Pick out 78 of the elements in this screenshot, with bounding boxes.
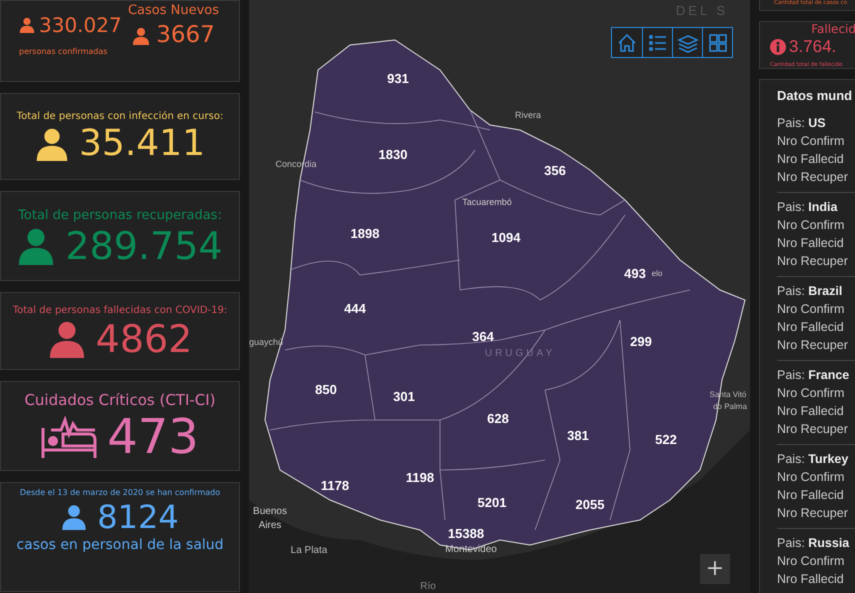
- country-stat-line: Nro Recuper: [777, 253, 849, 270]
- department-case-count: 850: [315, 382, 337, 397]
- department-case-count: 1830: [378, 147, 408, 162]
- stat-caption: casos en personal de la salud: [16, 537, 224, 553]
- person-icon: [17, 226, 56, 264]
- department-case-count: 522: [655, 432, 677, 447]
- country-stat-line: Nro Fallecid: [777, 487, 845, 504]
- department-case-count: 1898: [350, 226, 380, 241]
- stat-title: Fallecid: [811, 22, 855, 36]
- confirmed-caption: personas confirmadas: [19, 47, 108, 56]
- country-stat-line: Nro Confirm: [777, 469, 846, 486]
- country-name: Pais: US: [777, 115, 827, 132]
- department-case-count: 1198: [406, 470, 434, 485]
- stat-title: Total de personas con infección en curso:: [16, 111, 224, 122]
- department-case-count: 381: [567, 428, 589, 443]
- country-stat-line: Nro Confirm: [777, 133, 846, 150]
- new-cases-count: 3667: [156, 24, 215, 47]
- place-label: Montevideo: [445, 544, 497, 555]
- country-stat-line: Nro Fallecid: [777, 403, 845, 420]
- place-label: elo: [652, 269, 662, 278]
- country-stat-line: Nro Recuper: [777, 169, 849, 186]
- stat-value: 473: [107, 413, 199, 461]
- department-case-count: 931: [387, 71, 409, 86]
- stat-value: 289.754: [65, 226, 223, 264]
- place-label: Aires: [258, 520, 282, 531]
- department-case-count: 2055: [576, 497, 604, 512]
- stat-title: Total de personas recuperadas:: [18, 208, 222, 222]
- department-case-count: 628: [487, 411, 509, 426]
- country-name: Pais: Turkey: [777, 451, 850, 468]
- country-name: Pais: Brazil: [777, 283, 844, 300]
- country-stat-line: Nro Recuper: [777, 421, 849, 438]
- country-stat-line: Nro Confirm: [777, 553, 846, 570]
- department-case-count: 301: [393, 389, 415, 404]
- stat-value: 3.764.: [789, 37, 836, 57]
- confirmed-count: 330.027: [39, 15, 122, 35]
- country-stat-line: Nro Fallecid: [777, 151, 845, 168]
- department-case-count: 1094: [492, 230, 520, 245]
- country-stat-line: Nro Fallecid: [777, 235, 845, 252]
- stat-title: Cuidados Críticos (CTI-CI): [24, 391, 216, 409]
- person-icon: [61, 504, 88, 530]
- department-case-count: 493: [624, 266, 646, 281]
- new-cases-title: Casos Nuevos: [128, 3, 219, 18]
- layers-button[interactable]: [672, 28, 702, 57]
- place-label: Río: [420, 581, 436, 592]
- department-case-count: 444: [344, 301, 366, 316]
- bed-heartbeat-icon: [41, 416, 98, 458]
- place-label: La Plata: [290, 545, 328, 556]
- country-name: Pais: Russia: [777, 535, 850, 552]
- country-stat-line: Nro Fallecid: [777, 319, 845, 336]
- country-stat-line: Nro Fallecid: [777, 571, 845, 588]
- place-label: Tacuarembó: [462, 197, 512, 207]
- person-icon: [19, 17, 35, 33]
- country-name: Pais: India: [777, 199, 838, 216]
- panel-title: Datos mund: [777, 88, 852, 103]
- country-name: Pais: France: [777, 367, 850, 384]
- department-case-count: 1178: [320, 478, 350, 493]
- person-icon: [132, 26, 150, 44]
- stat-value: 35.411: [79, 126, 205, 162]
- country-stat-line: Nro Confirm: [777, 385, 846, 402]
- place-label: Buenos: [253, 506, 287, 517]
- department-case-count: 356: [544, 163, 566, 178]
- department-case-count: 364: [472, 329, 494, 344]
- person-icon: [48, 320, 86, 358]
- stat-value: 8124: [97, 501, 179, 533]
- person-icon: [35, 127, 70, 161]
- place-label: Rivera: [515, 110, 541, 120]
- country-stat-line: Nro Confirm: [777, 217, 846, 234]
- stat-title: Total de personas fallecidas con COVID-19:: [12, 304, 228, 316]
- stat-value: 4862: [96, 320, 192, 358]
- country-stat-line: Nro Confirm: [777, 301, 846, 318]
- info-icon: [770, 39, 786, 55]
- department-case-count: 5201: [478, 495, 506, 510]
- country-stat-line: Nro Recuper: [777, 505, 849, 522]
- department-case-count: 15388: [448, 526, 484, 541]
- stat-title: Desde el 13 de marzo de 2020 se han confirmado: [20, 488, 220, 497]
- zoom-in-button[interactable]: +: [700, 554, 730, 584]
- department-case-count: 299: [630, 334, 652, 349]
- country-stat-line: Nro Recuper: [777, 337, 849, 354]
